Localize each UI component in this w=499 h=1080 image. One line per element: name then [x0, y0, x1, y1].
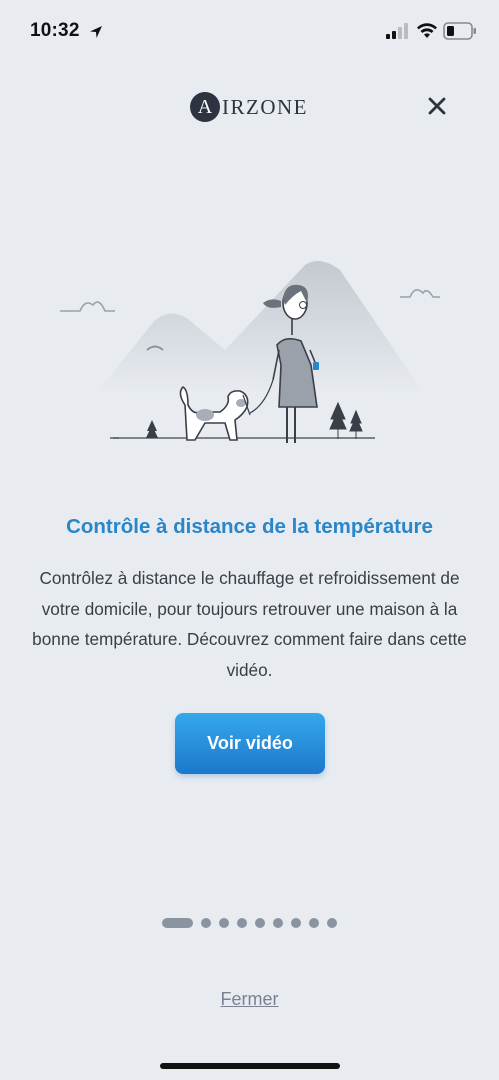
battery-icon — [443, 22, 476, 40]
wifi-icon — [417, 23, 437, 38]
page-dot[interactable] — [255, 918, 265, 928]
page-dot-active[interactable] — [162, 918, 193, 928]
cloud-right — [400, 289, 440, 298]
page-dot[interactable] — [291, 918, 301, 928]
location-arrow-icon — [90, 26, 102, 38]
woman-walking-dog-illustration — [60, 261, 440, 443]
cloud-left — [60, 301, 115, 312]
mountains — [95, 261, 425, 395]
close-link-container: Fermer — [0, 989, 499, 1010]
page-title: Contrôle à distance de la température — [66, 515, 433, 538]
logo-text: IRZONE — [222, 95, 308, 119]
close-icon[interactable] — [423, 92, 451, 120]
tree-right — [329, 401, 347, 439]
page-dot[interactable] — [201, 918, 211, 928]
page-description: Contrôlez à distance le chauffage et ref… — [32, 568, 467, 680]
page-indicator — [162, 917, 337, 929]
page-dot[interactable] — [219, 918, 229, 928]
status-bar: 10:32 — [0, 0, 499, 62]
page-dot[interactable] — [309, 918, 319, 928]
close-link[interactable]: Fermer — [221, 989, 279, 1009]
home-indicator[interactable] — [160, 1063, 340, 1069]
tree-left — [146, 420, 158, 438]
status-time: 10:32 — [30, 20, 80, 41]
watch-video-button[interactable]: Voir vidéo — [175, 713, 325, 774]
cellular-signal-icon — [386, 23, 408, 39]
page-dot[interactable] — [273, 918, 283, 928]
page-dot[interactable] — [237, 918, 247, 928]
logo-mark: A — [190, 92, 220, 122]
page-dot[interactable] — [327, 918, 337, 928]
